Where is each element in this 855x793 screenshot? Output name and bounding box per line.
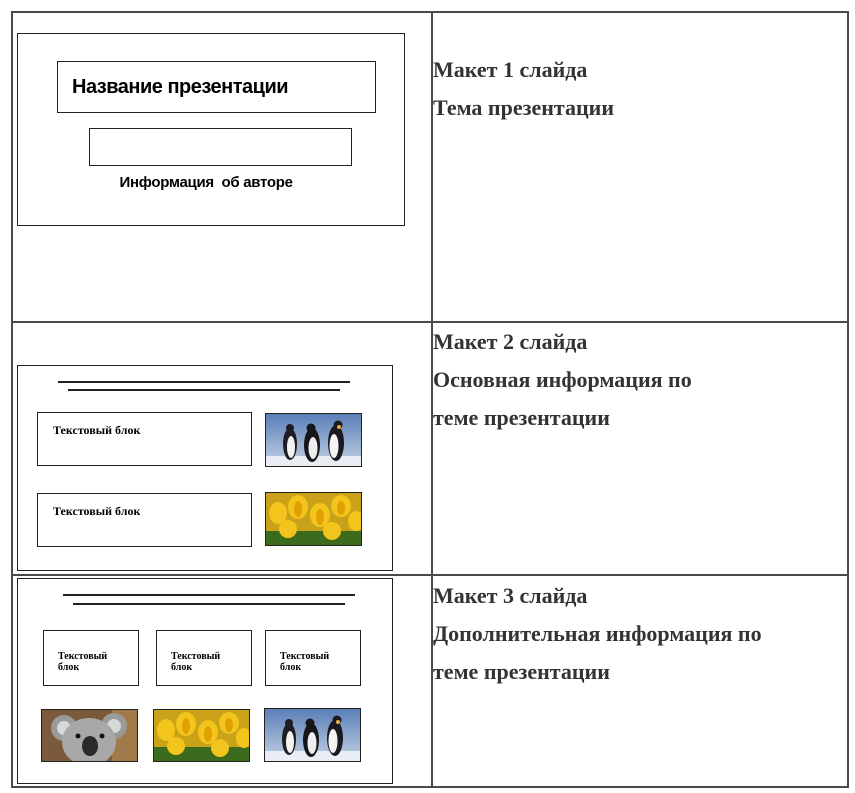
table-border-right [847,11,849,788]
title-box-label: Название презентации [72,76,289,98]
penguins-image [265,413,362,467]
text-box-1: Текстовый блок [37,412,252,466]
penguins-image [264,708,361,762]
table-row-divider-2 [11,574,848,576]
tulips-image [153,709,250,762]
table-border-left [11,11,13,788]
author-box: Информация об авторе [89,128,352,191]
title-line-top [63,594,355,596]
title-line-bottom [73,603,345,605]
title-line-bottom [68,389,340,391]
text-box-2-label: Текстовый блок [53,504,141,518]
koala-image [41,709,138,762]
layout-3-line-2: теме презентации [433,659,610,684]
layout-1-heading: Макет 1 слайда [433,57,588,82]
table-border-bottom [11,786,848,788]
title-box: Название презентации [57,61,376,113]
row-3-description: Макет 3 слайда Дополнительная информация… [433,577,762,691]
text-box-2: Текстовый блок [37,493,252,547]
layout-3-heading: Макет 3 слайда [433,583,588,608]
text-box-1-label: Текстовый блок [58,651,108,673]
row-1-description: Макет 1 слайда Тема презентации [433,51,614,127]
row-2-description: Макет 2 слайда Основная информация по те… [433,323,692,437]
slide-layout-1: Название презентации Информация об автор… [17,33,405,226]
layout-3-line-1: Дополнительная информация по [433,621,762,646]
text-box-3-label: Текстовый блок [280,651,330,673]
layout-2-heading: Макет 2 слайда [433,329,588,354]
text-box-3: Текстовый блок [265,630,361,686]
layout-2-line-2: теме презентации [433,405,610,430]
text-box-1: Текстовый блок [43,630,139,686]
title-line-top [58,381,350,383]
text-box-2: Текстовый блок [156,630,252,686]
table-row-divider-1 [11,321,848,323]
slide-layout-2: Текстовый блок Текстовый блок [17,365,393,571]
table-border-top [11,11,848,13]
slide-layout-3: Текстовый блок Текстовый блок Текстовый … [17,578,393,784]
text-box-1-label: Текстовый блок [53,423,141,437]
text-box-2-label: Текстовый блок [171,651,221,673]
tulips-image [265,492,362,546]
layout-2-line-1: Основная информация по [433,367,692,392]
author-box-label: Информация об авторе [119,174,293,191]
layout-1-subject: Тема презентации [433,95,614,120]
